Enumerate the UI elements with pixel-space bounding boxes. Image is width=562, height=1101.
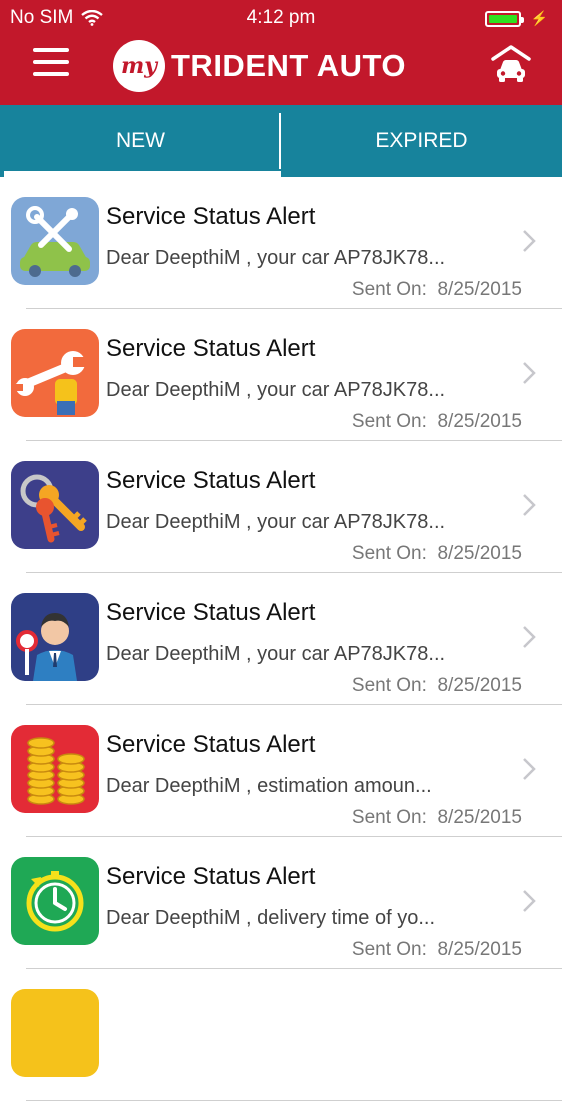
notification-sent: Sent On: 8/25/2015 xyxy=(352,807,522,829)
notification-sent: Sent On: 8/25/2015 xyxy=(352,279,522,301)
app-header: No SIM 4:12 pm ⚡ my TRIDENT AUTO xyxy=(0,0,562,105)
notification-row[interactable]: Service Status Alert Dear DeepthiM , you… xyxy=(0,573,562,705)
sent-date: 8/25/2015 xyxy=(437,279,522,300)
car-repair-tools-icon xyxy=(11,197,99,285)
notification-row[interactable]: Service Status Alert Dear DeepthiM , est… xyxy=(0,705,562,837)
notification-sent: Sent On: 8/25/2015 xyxy=(352,675,522,697)
tab-new[interactable]: NEW xyxy=(0,105,281,177)
tab-bar: NEW EXPIRED xyxy=(0,105,562,177)
car-keys-icon xyxy=(11,461,99,549)
charging-bolt-icon: ⚡ xyxy=(530,10,548,26)
partial-row-icon xyxy=(11,989,99,1077)
sent-label: Sent On: xyxy=(351,675,427,696)
notification-title: Service Status Alert xyxy=(106,731,316,758)
app-logo: my TRIDENT AUTO xyxy=(113,40,406,92)
wrench-hand-icon xyxy=(11,329,99,417)
notification-title: Service Status Alert xyxy=(106,599,316,626)
chevron-right-icon xyxy=(523,758,536,780)
sent-date: 8/25/2015 xyxy=(437,939,522,960)
notification-message: Dear DeepthiM , your car AP78JK78... xyxy=(106,379,446,401)
sent-label: Sent On: xyxy=(351,543,427,564)
tab-expired[interactable]: EXPIRED xyxy=(281,105,562,177)
notification-row[interactable]: Service Status Alert Dear DeepthiM , del… xyxy=(0,837,562,969)
chevron-right-icon xyxy=(523,890,536,912)
chevron-right-icon xyxy=(523,230,536,252)
notification-sent: Sent On: 8/25/2015 xyxy=(352,543,522,565)
notification-title: Service Status Alert xyxy=(106,863,316,890)
sent-date: 8/25/2015 xyxy=(437,675,522,696)
sent-date: 8/25/2015 xyxy=(437,411,522,432)
notification-row[interactable]: Service Status Alert Dear DeepthiM , you… xyxy=(0,177,562,309)
notification-sent: Sent On: 8/25/2015 xyxy=(352,411,522,433)
sent-date: 8/25/2015 xyxy=(437,807,522,828)
battery-icon xyxy=(484,10,524,27)
hamburger-menu-icon[interactable] xyxy=(33,48,69,76)
sent-label: Sent On: xyxy=(351,279,427,300)
battery-indicator: ⚡ xyxy=(484,10,548,27)
chevron-right-icon xyxy=(523,626,536,648)
tab-divider xyxy=(279,113,281,169)
coin-stacks-icon xyxy=(11,725,99,813)
car-garage-icon[interactable] xyxy=(490,44,532,84)
notification-message: Dear DeepthiM , delivery time of yo... xyxy=(106,907,436,929)
notification-list: Service Status Alert Dear DeepthiM , you… xyxy=(0,177,562,1101)
status-time: 4:12 pm xyxy=(246,7,316,28)
notification-message: Dear DeepthiM , your car AP78JK78... xyxy=(106,643,446,665)
notification-title: Service Status Alert xyxy=(106,467,316,494)
status-bar: No SIM 4:12 pm ⚡ xyxy=(0,0,562,36)
notification-message: Dear DeepthiM , your car AP78JK78... xyxy=(106,511,446,533)
nav-bar: my TRIDENT AUTO xyxy=(0,36,562,105)
notification-row[interactable]: Service Status Alert Dear DeepthiM , you… xyxy=(0,309,562,441)
sent-label: Sent On: xyxy=(351,411,427,432)
delivery-clock-icon xyxy=(11,857,99,945)
chevron-right-icon xyxy=(523,362,536,384)
notification-title: Service Status Alert xyxy=(106,335,316,362)
notification-message: Dear DeepthiM , your car AP78JK78... xyxy=(106,247,446,269)
notification-message: Dear DeepthiM , estimation amoun... xyxy=(106,775,432,797)
sent-label: Sent On: xyxy=(351,939,427,960)
sent-label: Sent On: xyxy=(351,807,427,828)
app-name: TRIDENT AUTO xyxy=(171,48,407,83)
chevron-right-icon xyxy=(523,494,536,516)
sent-date: 8/25/2015 xyxy=(437,543,522,564)
logo-badge: my xyxy=(113,40,165,92)
notification-sent: Sent On: 8/25/2015 xyxy=(352,939,522,961)
notification-row[interactable] xyxy=(0,969,562,1101)
service-advisor-icon xyxy=(11,593,99,681)
notification-title: Service Status Alert xyxy=(106,203,316,230)
notification-row[interactable]: Service Status Alert Dear DeepthiM , you… xyxy=(0,441,562,573)
